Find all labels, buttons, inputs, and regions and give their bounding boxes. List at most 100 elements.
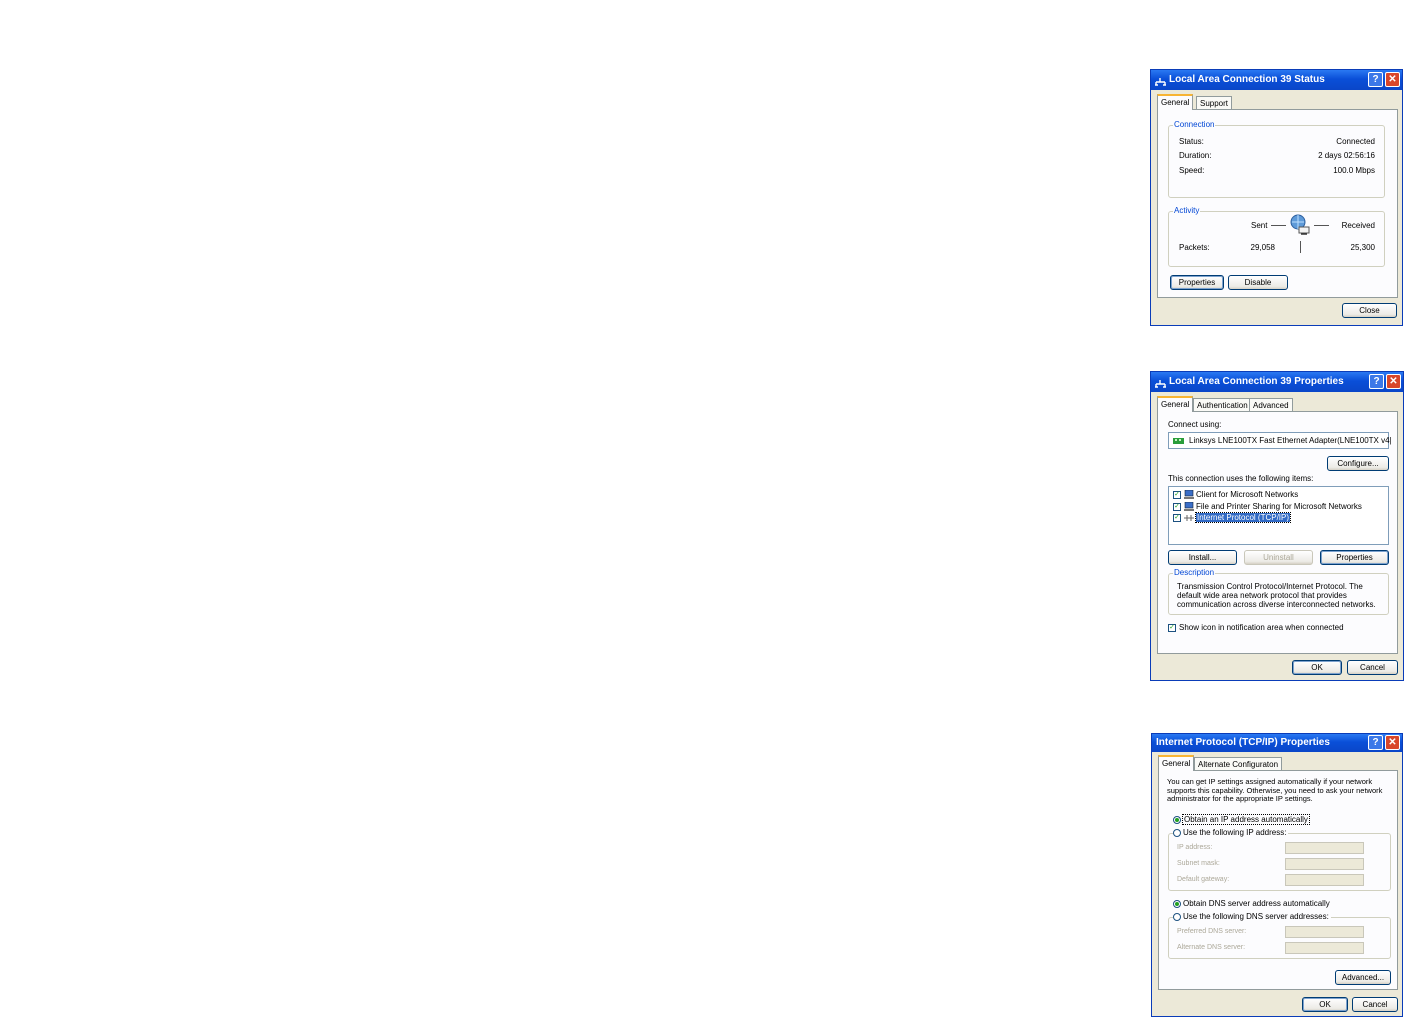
status-dialog-title: Local Area Connection 39 Status bbox=[1169, 74, 1325, 85]
ip-address-field[interactable] bbox=[1285, 842, 1364, 854]
static-dns-group: Use the following DNS server addresses: … bbox=[1168, 912, 1391, 959]
item-checkbox[interactable]: ✓ bbox=[1173, 513, 1181, 522]
description-legend: Description bbox=[1173, 568, 1216, 577]
duration-value: 2 days 02:56:16 bbox=[1318, 151, 1375, 160]
tcpip-dialog-title: Internet Protocol (TCP/IP) Properties bbox=[1156, 737, 1330, 748]
use-following-ip-radio[interactable] bbox=[1173, 828, 1181, 837]
item-checkbox[interactable]: ✓ bbox=[1173, 502, 1181, 511]
obtain-ip-auto-radio[interactable] bbox=[1173, 815, 1181, 824]
packets-sent-value: 29,058 bbox=[1250, 243, 1275, 252]
default-gateway-label: Default gateway: bbox=[1177, 876, 1230, 883]
properties-button[interactable]: Properties bbox=[1320, 550, 1389, 565]
status-label: Status: bbox=[1179, 137, 1204, 146]
packets-received-value: 25,300 bbox=[1350, 243, 1375, 252]
status-value: Connected bbox=[1336, 137, 1375, 146]
close-icon[interactable]: ✕ bbox=[1386, 374, 1401, 389]
subnet-mask-field[interactable] bbox=[1285, 858, 1364, 870]
status-dialog-titlebar[interactable]: Local Area Connection 39 Status ? ✕ bbox=[1151, 70, 1402, 90]
packets-label: Packets: bbox=[1179, 243, 1210, 252]
preferred-dns-label: Preferred DNS server: bbox=[1177, 928, 1247, 935]
item-label: Internet Protocol (TCP/IP) bbox=[1194, 512, 1292, 523]
tab-general[interactable]: General bbox=[1158, 755, 1195, 771]
sent-line bbox=[1271, 225, 1286, 226]
tab-general[interactable]: General bbox=[1157, 396, 1194, 412]
obtain-dns-auto-radio[interactable] bbox=[1173, 899, 1181, 908]
advanced-button[interactable]: Advanced... bbox=[1335, 970, 1391, 985]
obtain-dns-auto-label: Obtain DNS server address automatically bbox=[1183, 899, 1330, 908]
intro-text: You can get IP settings assigned automat… bbox=[1167, 777, 1383, 803]
use-following-dns-option[interactable]: Use the following DNS server addresses: bbox=[1173, 912, 1331, 921]
network-connection-icon bbox=[1155, 377, 1166, 388]
close-icon[interactable]: ✕ bbox=[1385, 735, 1400, 750]
description-group: Description Transmission Control Protoco… bbox=[1168, 568, 1389, 615]
install-button[interactable]: Install... bbox=[1168, 550, 1237, 565]
protocol-icon bbox=[1184, 513, 1194, 522]
show-icon-option[interactable]: ✓ Show icon in notification area when con… bbox=[1168, 623, 1344, 632]
items-label: This connection uses the following items… bbox=[1168, 474, 1314, 483]
properties-dialog-titlebar[interactable]: Local Area Connection 39 Properties ? ✕ bbox=[1151, 372, 1403, 392]
help-button[interactable]: ? bbox=[1369, 374, 1384, 389]
status-dialog: Local Area Connection 39 Status ? ✕ Gene… bbox=[1150, 69, 1403, 326]
properties-button[interactable]: Properties bbox=[1170, 275, 1224, 290]
tab-advanced[interactable]: Advanced bbox=[1249, 398, 1293, 411]
show-icon-label: Show icon in notification area when conn… bbox=[1179, 623, 1344, 632]
cancel-button[interactable]: Cancel bbox=[1352, 997, 1398, 1012]
connect-using-label: Connect using: bbox=[1168, 420, 1222, 429]
activity-legend: Activity bbox=[1173, 206, 1201, 215]
configure-button[interactable]: Configure... bbox=[1327, 456, 1389, 471]
obtain-dns-auto-option[interactable]: Obtain DNS server address automatically bbox=[1173, 899, 1330, 908]
help-button[interactable]: ? bbox=[1368, 735, 1383, 750]
list-item[interactable]: ✓ Client for Microsoft Networks bbox=[1173, 490, 1299, 500]
close-button[interactable]: Close bbox=[1342, 303, 1397, 318]
ok-button[interactable]: OK bbox=[1292, 660, 1342, 675]
close-icon[interactable]: ✕ bbox=[1385, 72, 1400, 87]
static-ip-group: Use the following IP address: IP address… bbox=[1168, 828, 1391, 891]
adapter-field: Linksys LNE100TX Fast Ethernet Adapter(L… bbox=[1168, 432, 1392, 449]
components-list[interactable]: ✓ Client for Microsoft Networks ✓ File and… bbox=[1168, 486, 1389, 545]
connection-legend: Connection bbox=[1173, 120, 1216, 129]
item-checkbox[interactable]: ✓ bbox=[1173, 490, 1181, 499]
tab-authentication[interactable]: Authentication bbox=[1193, 398, 1252, 411]
alternate-dns-field[interactable] bbox=[1285, 942, 1364, 954]
list-item-selected[interactable]: ✓ Internet Protocol (TCP/IP) bbox=[1173, 512, 1292, 523]
received-label: Received bbox=[1341, 221, 1375, 230]
status-general-panel: Connection Status: Connected Duration: 2… bbox=[1157, 109, 1398, 298]
list-item[interactable]: ✓ File and Printer Sharing for Microsoft … bbox=[1173, 502, 1362, 512]
cancel-button[interactable]: Cancel bbox=[1347, 660, 1398, 675]
network-connection-icon bbox=[1155, 75, 1166, 86]
subnet-mask-label: Subnet mask: bbox=[1177, 860, 1220, 867]
default-gateway-field[interactable] bbox=[1285, 874, 1364, 886]
ok-button[interactable]: OK bbox=[1302, 997, 1348, 1012]
adapter-name: Linksys LNE100TX Fast Ethernet Adapter(L… bbox=[1189, 436, 1392, 445]
ip-address-label: IP address: bbox=[1177, 844, 1213, 851]
tcpip-dialog-titlebar[interactable]: Internet Protocol (TCP/IP) Properties ? … bbox=[1152, 734, 1402, 752]
use-following-dns-label: Use the following DNS server addresses: bbox=[1183, 912, 1329, 921]
show-icon-checkbox[interactable]: ✓ bbox=[1168, 623, 1176, 632]
uninstall-button[interactable]: Uninstall bbox=[1244, 550, 1313, 565]
sent-label: Sent bbox=[1251, 221, 1268, 230]
disable-button[interactable]: Disable bbox=[1228, 275, 1288, 290]
obtain-ip-auto-label: Obtain an IP address automatically bbox=[1182, 814, 1310, 825]
duration-label: Duration: bbox=[1179, 151, 1212, 160]
tab-general[interactable]: General bbox=[1157, 94, 1194, 110]
tab-support[interactable]: Support bbox=[1196, 96, 1233, 109]
item-label: File and Printer Sharing for Microsoft N… bbox=[1196, 502, 1362, 511]
help-button[interactable]: ? bbox=[1368, 72, 1383, 87]
tab-alternate-configuration[interactable]: Alternate Configuraton bbox=[1194, 757, 1283, 770]
speed-value: 100.0 Mbps bbox=[1333, 166, 1375, 175]
properties-dialog-title: Local Area Connection 39 Properties bbox=[1169, 376, 1344, 387]
network-adapter-icon bbox=[1173, 437, 1184, 447]
use-following-dns-radio[interactable] bbox=[1173, 912, 1181, 921]
tcpip-general-panel: You can get IP settings assigned automat… bbox=[1158, 770, 1398, 990]
obtain-ip-auto-option[interactable]: Obtain an IP address automatically bbox=[1173, 814, 1310, 825]
description-text: Transmission Control Protocol/Internet P… bbox=[1177, 582, 1376, 609]
alternate-dns-label: Alternate DNS server: bbox=[1177, 944, 1246, 951]
use-following-ip-option[interactable]: Use the following IP address: bbox=[1173, 828, 1289, 837]
item-label: Client for Microsoft Networks bbox=[1196, 490, 1299, 499]
client-network-icon bbox=[1184, 490, 1194, 500]
preferred-dns-field[interactable] bbox=[1285, 926, 1364, 938]
packets-divider bbox=[1300, 241, 1301, 253]
tcpip-dialog: Internet Protocol (TCP/IP) Properties ? … bbox=[1151, 733, 1403, 1017]
activity-group: Activity Sent Received Packets: 29,058 2… bbox=[1168, 206, 1385, 267]
properties-dialog: Local Area Connection 39 Properties ? ✕ … bbox=[1150, 371, 1404, 681]
